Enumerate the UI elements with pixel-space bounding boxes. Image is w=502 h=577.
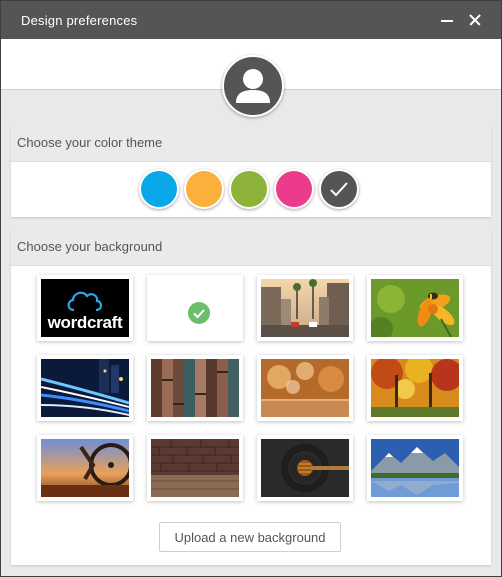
swatch-blue[interactable] <box>139 169 179 209</box>
swatch-green[interactable] <box>229 169 269 209</box>
bg-tile-cyclist[interactable] <box>37 435 133 501</box>
wordcraft-logo-text: wordcraft <box>47 313 123 332</box>
bg-tile-bokeh-table[interactable] <box>257 355 353 421</box>
color-theme-heading: Choose your color theme <box>11 125 491 162</box>
title-bar: Design preferences <box>1 1 501 39</box>
bg-tile-light-trails[interactable] <box>37 355 133 421</box>
design-preferences-window: Design preferences Choose your color the… <box>0 0 502 577</box>
bg-tile-mountain-lake[interactable] <box>367 435 463 501</box>
window-title: Design preferences <box>21 13 138 28</box>
bg-tile-brick-wall[interactable] <box>147 435 243 501</box>
checkmark-icon <box>330 182 348 197</box>
bg-tile-autumn-forest[interactable] <box>367 355 463 421</box>
bg-tile-wordcraft-logo[interactable]: wordcraft <box>37 275 133 341</box>
swatch-orange[interactable] <box>184 169 224 209</box>
minimize-icon[interactable] <box>437 10 457 30</box>
color-swatches <box>11 169 491 209</box>
color-theme-card: Choose your color theme <box>11 125 491 217</box>
swatch-dark-gray[interactable] <box>319 169 359 209</box>
selected-check-icon <box>188 302 210 324</box>
background-heading: Choose your background <box>11 229 491 266</box>
user-icon[interactable] <box>222 55 284 117</box>
swatch-pink[interactable] <box>274 169 314 209</box>
bg-tile-city-street[interactable] <box>257 275 353 341</box>
close-icon[interactable] <box>465 10 485 30</box>
bg-tile-wood-planks[interactable] <box>147 355 243 421</box>
bg-tile-blank-white[interactable] <box>147 275 243 341</box>
bg-tile-honey-dipper[interactable] <box>257 435 353 501</box>
upload-background-button[interactable]: Upload a new background <box>159 522 341 552</box>
background-card: Choose your background wordcraft Upload … <box>11 229 491 565</box>
bg-tile-flower-bee[interactable] <box>367 275 463 341</box>
